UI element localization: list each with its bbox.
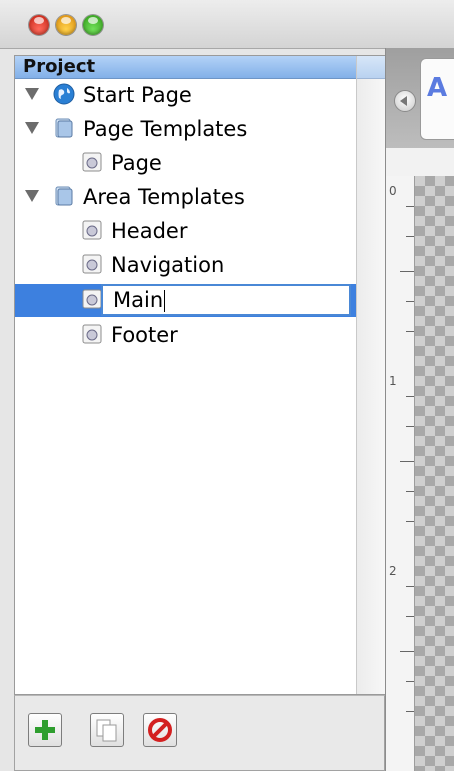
ruler-tick (406, 331, 414, 332)
disclosure-triangle-icon[interactable] (25, 88, 39, 100)
ruler-tick (406, 521, 414, 522)
ruler-tick (406, 586, 414, 587)
tree-row-main[interactable]: Main (15, 284, 356, 317)
add-button[interactable] (28, 713, 62, 747)
template-icon (82, 254, 102, 274)
ruler-label: 2 (389, 564, 397, 578)
window-titlebar (0, 0, 454, 49)
ruler-tick (400, 651, 414, 652)
tree-label: Header (111, 219, 188, 243)
folder-icon (55, 118, 73, 138)
folder-icon (55, 186, 73, 206)
plus-icon (35, 720, 55, 740)
ruler-tick (406, 426, 414, 427)
minimize-button[interactable] (56, 15, 76, 35)
tree-row-page[interactable]: Page (15, 147, 356, 180)
ruler-label: 1 (389, 374, 397, 388)
duplicate-button[interactable] (90, 713, 124, 747)
rename-text-field[interactable]: Main (101, 284, 351, 316)
outline-scrollbar[interactable] (356, 56, 385, 694)
template-icon (82, 324, 102, 344)
disclosure-triangle-icon[interactable] (25, 190, 39, 202)
tree-row-navigation[interactable]: Navigation (15, 249, 356, 282)
horizontal-ruler (386, 148, 454, 177)
rename-field-value: Main (113, 288, 166, 312)
ruler-tick (406, 301, 414, 302)
template-icon (82, 152, 102, 172)
back-arrow-icon[interactable] (394, 90, 416, 112)
tree-label: Area Templates (83, 185, 245, 209)
project-outline-panel: Project Start Page Page Templates Page A… (14, 55, 385, 695)
text-caret (164, 290, 166, 312)
editor-tab-strip: A (386, 48, 454, 148)
vertical-ruler: 0 1 2 (386, 176, 415, 771)
editor-area: A 0 1 2 (385, 48, 454, 771)
document-tab-letter: A (427, 73, 448, 103)
project-outline: Project Start Page Page Templates Page A… (15, 56, 356, 694)
outline-toolbar (14, 695, 385, 771)
ruler-label: 0 (389, 184, 397, 198)
globe-icon (53, 83, 75, 105)
tree-label: Page Templates (83, 117, 248, 141)
ruler-tick (400, 271, 414, 272)
prohibit-icon (148, 718, 172, 742)
tree-row-start-page[interactable]: Start Page (15, 79, 356, 112)
ruler-tick (406, 206, 414, 207)
ruler-tick (406, 236, 414, 237)
ruler-tick (406, 616, 414, 617)
tree-row-footer[interactable]: Footer (15, 319, 356, 352)
tree-label: Footer (111, 323, 178, 347)
ruler-tick (406, 491, 414, 492)
ruler-tick (406, 681, 414, 682)
document-tab[interactable]: A (420, 58, 454, 140)
tree-label: Start Page (83, 83, 192, 107)
disclosure-triangle-icon[interactable] (25, 122, 39, 134)
tree-label: Navigation (111, 253, 225, 277)
ruler-tick (400, 461, 414, 462)
ruler-tick (406, 711, 414, 712)
zoom-button[interactable] (83, 15, 103, 35)
tree-row-header[interactable]: Header (15, 215, 356, 248)
tree-label: Page (111, 151, 162, 175)
template-icon (82, 220, 102, 240)
duplicate-icon (96, 719, 117, 742)
ruler-tick (406, 396, 414, 397)
template-icon (82, 289, 102, 309)
tree-row-area-templates[interactable]: Area Templates (15, 181, 356, 214)
tree-row-page-templates[interactable]: Page Templates (15, 113, 356, 146)
transparent-canvas[interactable] (415, 176, 454, 771)
delete-button[interactable] (143, 713, 177, 747)
close-button[interactable] (29, 15, 49, 35)
column-header-project[interactable]: Project (15, 56, 356, 79)
scrollbar-header-cap (357, 56, 385, 79)
